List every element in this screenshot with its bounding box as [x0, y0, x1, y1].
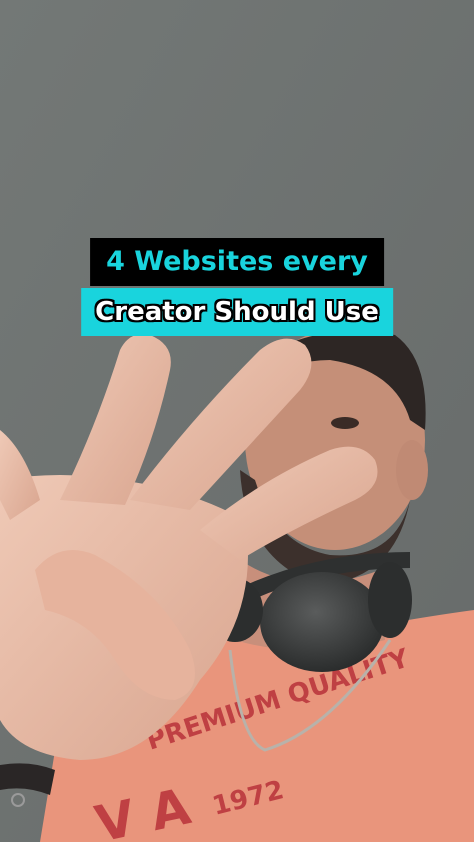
- eye: [331, 417, 359, 429]
- video-frame: PREMIUM QUALITY 1972 V A 4 Websites ever…: [0, 0, 474, 842]
- caption-line-2: Creator Should Use: [81, 288, 393, 336]
- background-photo: PREMIUM QUALITY 1972 V A: [0, 0, 474, 842]
- caption-line-1: 4 Websites every: [90, 238, 384, 286]
- ear: [396, 440, 428, 500]
